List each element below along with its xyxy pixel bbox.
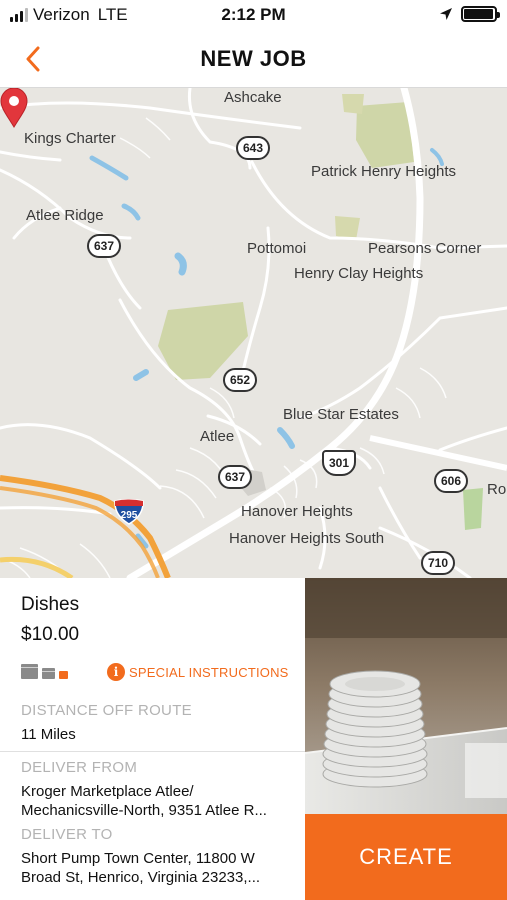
distance-label: DISTANCE OFF ROUTE xyxy=(21,702,192,719)
route-shield-637-south: 637 xyxy=(218,465,253,489)
large-box-icon xyxy=(21,664,38,679)
job-details-panel: Dishes $10.00 i SPECIAL INSTRUCTIONS DIS… xyxy=(0,578,305,900)
map-label-hanover-heights: Hanover Heights xyxy=(241,503,353,520)
deliver-from-label: DELIVER FROM xyxy=(21,759,138,776)
item-name: Dishes xyxy=(21,594,80,615)
map-label-patrick-henry-heights: Patrick Henry Heights xyxy=(311,163,457,180)
map-label-pottomoi: Pottomoi xyxy=(247,240,307,257)
map-label-henry-clay-heights: Henry Clay Heights xyxy=(294,265,424,282)
distance-value: 11 Miles xyxy=(21,726,76,743)
map-pin-icon[interactable] xyxy=(0,88,28,128)
map-label-hanover-heights-south: Hanover Heights South xyxy=(229,530,385,547)
status-time: 2:12 PM xyxy=(221,5,286,24)
interstate-shield-295: 295 xyxy=(113,499,145,525)
item-price: $10.00 xyxy=(21,624,80,645)
location-arrow-icon xyxy=(440,8,452,20)
divider xyxy=(0,751,305,752)
medium-box-icon xyxy=(42,668,55,679)
status-right xyxy=(439,6,500,22)
plates-photo-illustration xyxy=(305,578,507,814)
map-label-atlee-ridge: Atlee Ridge xyxy=(26,207,104,224)
deliver-to-line-1: Short Pump Town Center, 11800 W xyxy=(21,850,255,867)
route-shield-637: 637 xyxy=(87,234,122,258)
route-shield-710: 710 xyxy=(421,551,456,575)
map-label-ashcake: Ashcake xyxy=(224,89,282,106)
map-label-pearsons-corner: Pearsons Corner xyxy=(368,240,482,257)
map-label-kings-charter: Kings Charter xyxy=(24,130,116,147)
map-label-atlee: Atlee xyxy=(200,428,235,445)
route-shield-643: 643 xyxy=(236,136,271,160)
interstate-shield-icon: 295 xyxy=(114,499,144,525)
small-box-icon xyxy=(59,671,68,679)
deliver-from-line-1: Kroger Marketplace Atlee/ xyxy=(21,783,194,800)
deliver-to-line-2: Broad St, Henrico, Virginia 23233,... xyxy=(21,869,261,886)
page-title: NEW JOB xyxy=(200,46,307,71)
battery-fill xyxy=(464,9,493,19)
route-shield-652: 652 xyxy=(223,368,258,392)
special-instructions-link[interactable]: i SPECIAL INSTRUCTIONS xyxy=(107,663,289,681)
map-label-rol: Rol xyxy=(487,481,507,498)
map-label-blue-star-estates: Blue Star Estates xyxy=(283,406,399,423)
status-bar: Verizon LTE 2:12 PM xyxy=(0,0,507,30)
deliver-from-line-2: Mechanicsville-North, 9351 Atlee R... xyxy=(21,802,267,819)
us-route-shield-301: 301 xyxy=(322,450,356,476)
nav-bar: NEW JOB xyxy=(0,30,507,88)
route-shield-606: 606 xyxy=(434,469,469,493)
route-map[interactable]: Ashcake Kings Charter Patrick Henry Heig… xyxy=(0,88,507,578)
special-instructions-label: SPECIAL INSTRUCTIONS xyxy=(129,664,289,680)
create-button[interactable]: CREATE xyxy=(305,814,507,900)
interstate-number: 295 xyxy=(121,510,138,521)
deliver-to-label: DELIVER TO xyxy=(21,826,113,843)
battery-icon xyxy=(461,6,500,22)
package-size-icon xyxy=(21,664,68,679)
info-icon: i xyxy=(107,663,125,681)
stacked-plates-image[interactable] xyxy=(305,578,507,814)
